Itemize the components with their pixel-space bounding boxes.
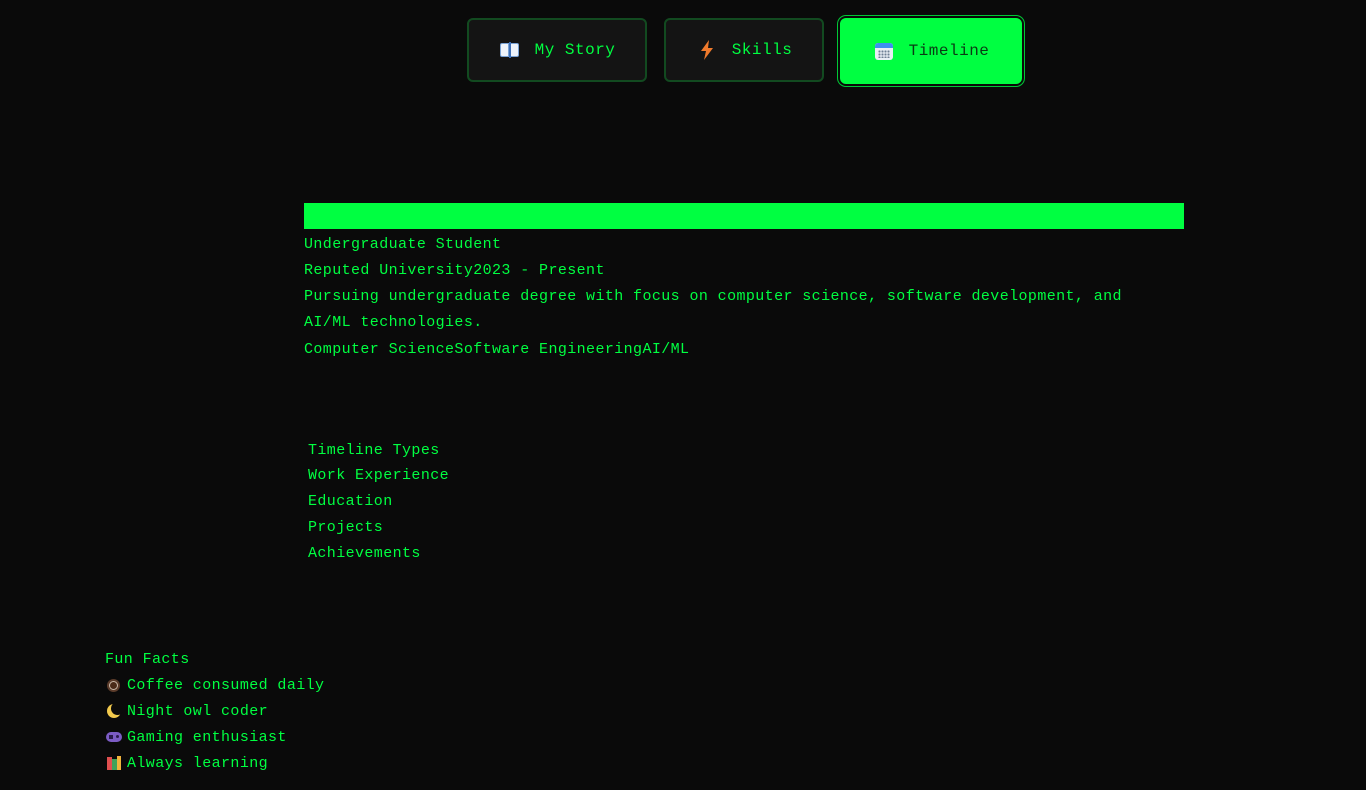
fun-fact-text: Gaming enthusiast xyxy=(127,728,287,746)
timeline-type-item: Projects xyxy=(308,519,384,536)
timeline-types-heading: Timeline Types xyxy=(308,442,440,459)
fun-fact-text: Coffee consumed daily xyxy=(127,676,325,694)
gamepad-icon xyxy=(105,728,123,746)
calendar-icon xyxy=(873,40,895,62)
entry-tags: Computer ScienceSoftware EngineeringAI/M… xyxy=(304,341,690,358)
books-icon xyxy=(105,754,123,772)
timeline-entry: Undergraduate Student Reputed University… xyxy=(304,203,1184,363)
tab-label: Timeline xyxy=(908,42,990,60)
tab-my-story[interactable]: My Story xyxy=(467,18,647,82)
fun-fact-item: Coffee consumed daily xyxy=(105,672,324,698)
timeline-entry-bar xyxy=(304,203,1184,229)
fun-fact-item: Always learning xyxy=(105,750,324,776)
timeline-type-item: Education xyxy=(308,493,393,510)
tab-timeline[interactable]: Timeline xyxy=(840,18,1022,84)
moon-icon xyxy=(105,702,124,720)
fun-facts-heading: Fun Facts xyxy=(105,651,190,668)
fun-fact-item: Night owl coder xyxy=(105,698,324,724)
fun-fact-item: Gaming enthusiast xyxy=(105,724,324,750)
entry-role: Undergraduate Student xyxy=(304,236,502,253)
tab-skills[interactable]: Skills xyxy=(664,18,824,82)
timeline-type-item: Achievements xyxy=(308,545,421,562)
entry-description: Pursuing undergraduate degree with focus… xyxy=(304,288,1122,331)
fun-fact-text: Always learning xyxy=(127,754,269,772)
timeline-types: Timeline Types Work Experience Education… xyxy=(308,439,449,567)
tab-label: Skills xyxy=(731,41,793,59)
book-icon xyxy=(499,39,521,61)
coffee-icon xyxy=(105,676,123,694)
fun-fact-text: Night owl coder xyxy=(127,702,269,720)
section-tabs: My Story Skills Timeline xyxy=(0,16,1366,86)
fun-facts: Fun Facts Coffee consumed daily Night ow… xyxy=(105,648,324,776)
lightning-icon xyxy=(696,39,718,61)
tab-label: My Story xyxy=(534,41,616,59)
entry-organization-period: Reputed University2023 - Present xyxy=(304,262,605,279)
timeline-type-item: Work Experience xyxy=(308,467,450,484)
